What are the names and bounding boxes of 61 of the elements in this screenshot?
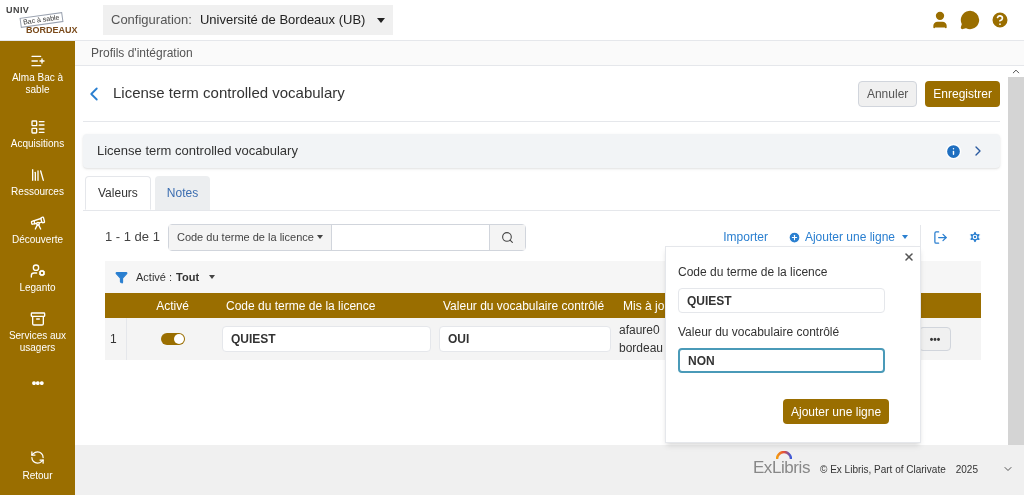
user-icon[interactable] (930, 10, 950, 30)
sidebar-item[interactable]: Services aux usagers (0, 311, 75, 359)
more-item[interactable]: ••• (31, 373, 44, 393)
add-row-dropdown[interactable]: Ajouter une ligne (787, 228, 908, 246)
telescope-icon (29, 215, 46, 231)
tab[interactable]: Valeurs (85, 176, 151, 210)
caret-icon (316, 235, 323, 239)
sidebar-item[interactable]: Alma Bac à sable (0, 53, 75, 119)
info-icon[interactable] (945, 142, 962, 160)
close-icon[interactable] (903, 251, 915, 263)
add-row-button[interactable]: Ajouter une ligne (783, 399, 890, 424)
column-header: Activé (156, 297, 189, 315)
updated-text: bordeau (619, 340, 664, 357)
help-icon[interactable] (990, 10, 1010, 30)
code-input[interactable]: QUIEST (222, 326, 431, 352)
result-count: 1 - 1 de 1 (105, 228, 160, 247)
row-actions-button[interactable]: ••• (919, 327, 951, 351)
toggle-switch[interactable] (160, 333, 185, 345)
page-title: License term controlled vocabulary (113, 83, 345, 104)
row-number: 1 (105, 318, 127, 360)
chat-icon[interactable] (960, 10, 980, 30)
scroll-up-icon[interactable] (1008, 66, 1024, 77)
save-button[interactable]: Enregistrer (925, 80, 1000, 107)
sidebar-item[interactable]: Acquisitions (0, 119, 75, 167)
section-header[interactable]: License term controlled vocabulary (83, 134, 1000, 168)
updated-text: afaure0 (619, 322, 660, 339)
column-header: Mis à jo (623, 297, 665, 315)
caret-icon (902, 235, 908, 239)
sidebar-item[interactable]: Leganto (0, 263, 75, 311)
caret-icon (209, 275, 216, 279)
sidebar-item[interactable]: Ressources (0, 167, 75, 215)
refresh-icon (30, 450, 45, 465)
filter-icon[interactable] (115, 270, 128, 284)
column-header: Valeur du vocabulaire contrôlé (443, 297, 605, 315)
search-icon (500, 230, 514, 244)
text-field[interactable]: QUIEST (678, 288, 885, 313)
import-link[interactable]: Importer (723, 228, 768, 246)
settings-icon[interactable] (968, 230, 982, 244)
person-icon (29, 263, 46, 279)
column-header: Code du terme de la licence (226, 297, 376, 315)
scrollbar[interactable] (1008, 66, 1024, 445)
configuration-dropdown[interactable]: Configuration: Université de Bordeaux (UB) (103, 5, 394, 35)
search-scope-dropdown[interactable]: Code du terme de la licence (168, 224, 332, 250)
back-item[interactable]: Retour (22, 450, 53, 483)
year-text: 2025 (955, 463, 978, 477)
field-label: Valeur du vocabulaire contrôlé (678, 324, 841, 341)
copyright-text: © Ex Libris, Part of Clarivate (820, 463, 946, 477)
sidebar-item[interactable]: Découverte (0, 215, 75, 263)
exlibris-logo: ExLibris (752, 451, 810, 476)
tab[interactable]: Notes (154, 176, 211, 210)
filter-dropdown[interactable]: Activé : Tout (136, 268, 216, 286)
value-input[interactable]: OUI (439, 326, 611, 352)
export-icon[interactable] (933, 229, 948, 245)
plus-icon (787, 230, 801, 244)
caret-icon (377, 17, 386, 23)
field-label: Code du terme de la licence (678, 264, 829, 281)
cancel-button[interactable]: Annuler (857, 80, 918, 107)
breadcrumb[interactable]: Profils d'intégration (91, 44, 193, 62)
search-button[interactable] (488, 224, 525, 250)
books-icon (29, 167, 46, 183)
text-field[interactable]: NON (678, 348, 885, 373)
